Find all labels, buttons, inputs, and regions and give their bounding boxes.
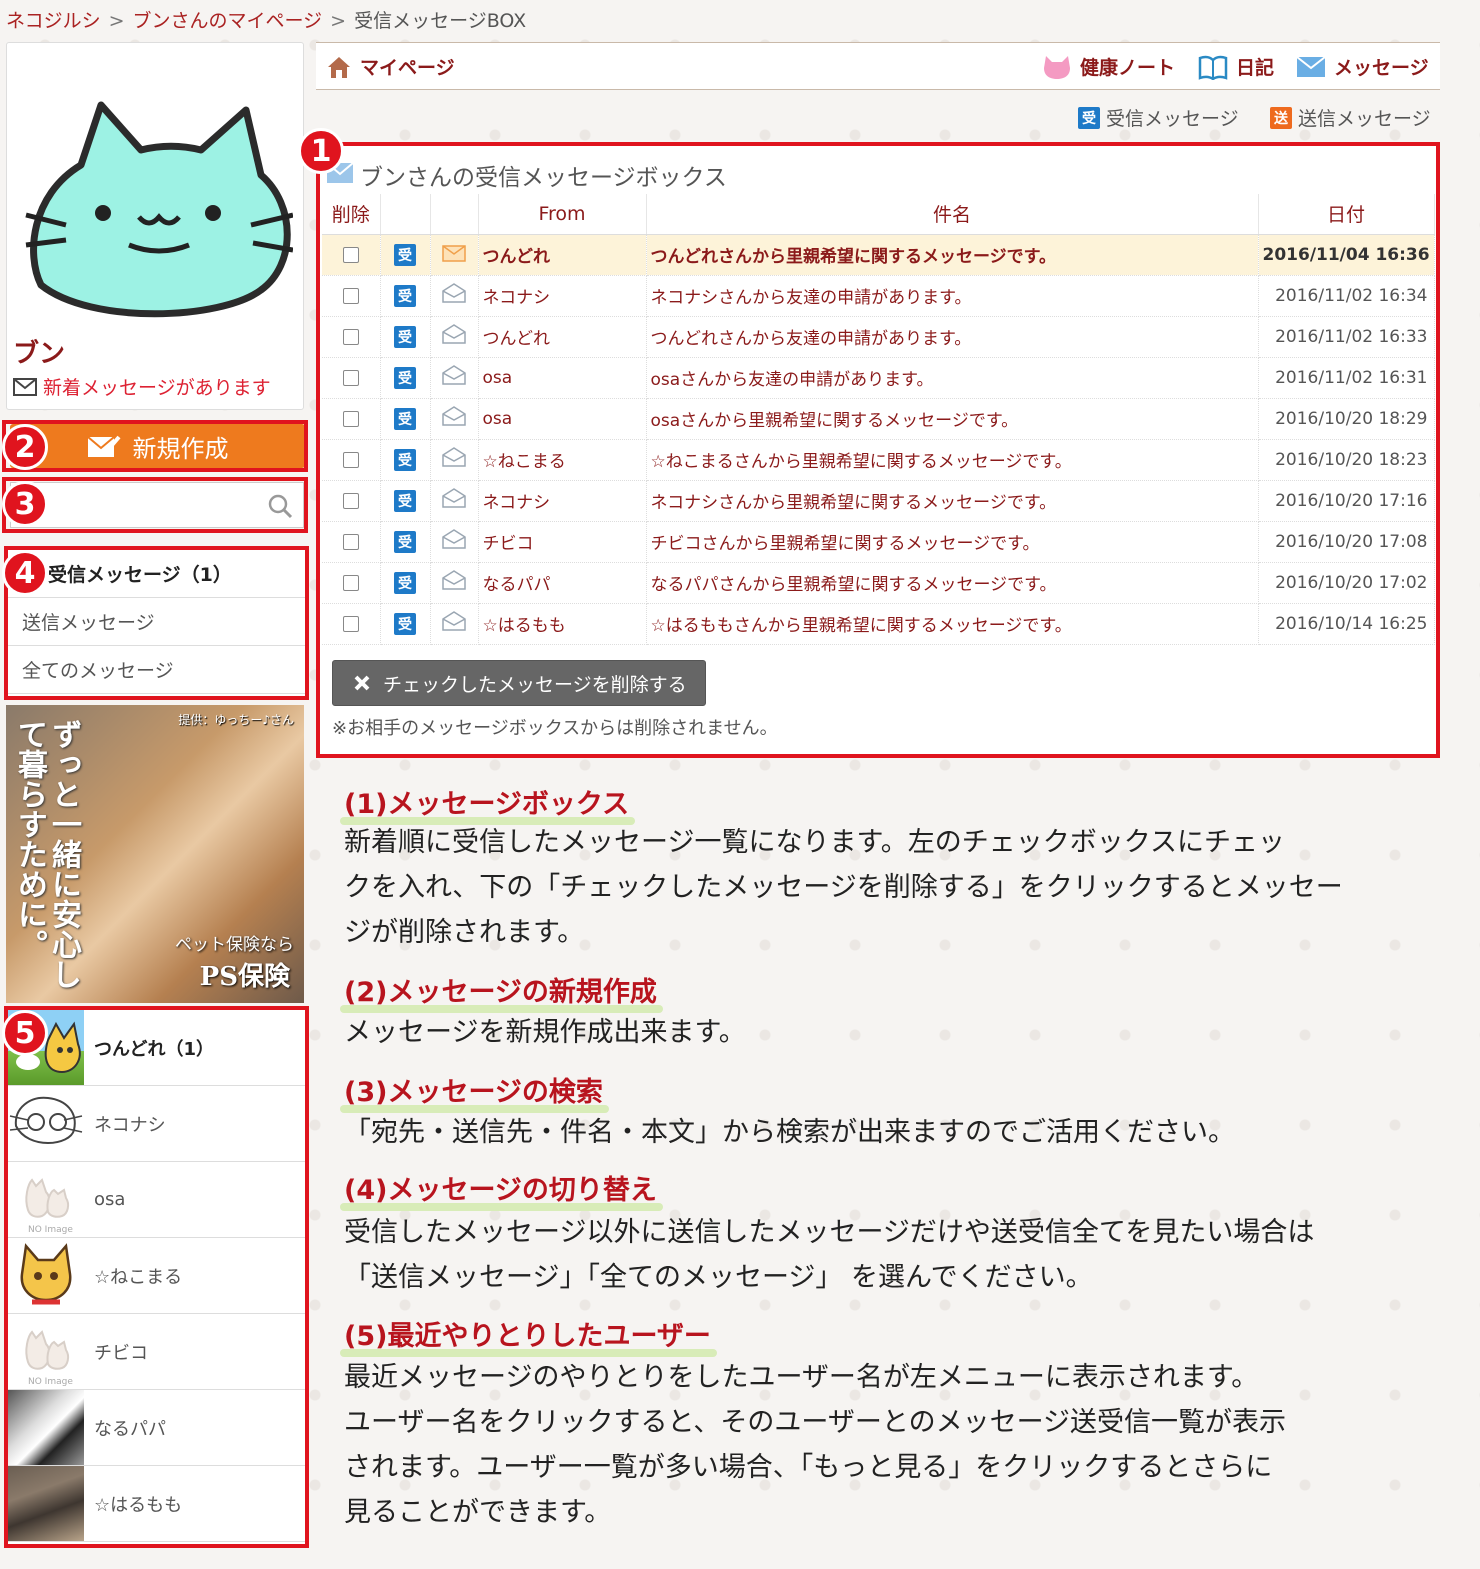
- nav-health-note-label: 健康ノート: [1080, 57, 1176, 79]
- new-message-notice-label: 新着メッセージがあります: [43, 377, 271, 399]
- section-body: 最近メッセージのやりとりをしたユーザー名が左メニューに表示されます。 ユーザー名…: [344, 1355, 1286, 1535]
- outbox-chip-icon: 送: [1270, 106, 1292, 129]
- section-title: (5)最近やりとりしたユーザー: [340, 1314, 717, 1357]
- section-line: クを入れ、下の「チェックしたメッセージを削除する」をクリックするとメッセー: [344, 872, 1343, 903]
- annotation-box-1: [316, 142, 1440, 758]
- breadcrumb-separator: >: [108, 10, 125, 32]
- nav-diary-label: 日記: [1236, 57, 1275, 79]
- section-line: 「宛先・送信先・件名・本文」から検索が出来ますのでご活用ください。: [344, 1117, 1235, 1148]
- section-title: (2)メッセージの新規作成: [340, 970, 663, 1013]
- section-body: 新着順に受信したメッセージ一覧になります。左のチェックボックスにチェッ クを入れ…: [344, 820, 1343, 955]
- tab-outbox[interactable]: 送 送信メッセージ: [1270, 104, 1431, 131]
- section-body: メッセージを新規作成出来ます。: [344, 1010, 746, 1055]
- nav-diary[interactable]: 日記: [1198, 53, 1274, 80]
- section-line: されます。ユーザー一覧が多い場合、「もっと見る」をクリックするとさらに: [344, 1452, 1273, 1483]
- top-nav: マイページ 健康ノート 日記 メッセージ: [316, 42, 1440, 90]
- nav-message[interactable]: メッセージ: [1296, 53, 1429, 80]
- inbox-chip-icon: 受: [1078, 106, 1100, 129]
- breadcrumb: ネコジルシ > ブンさんのマイページ > 受信メッセージBOX: [6, 6, 526, 33]
- annotation-badge-5: 5: [2, 1010, 48, 1056]
- tab-inbox[interactable]: 受 受信メッセージ: [1078, 104, 1239, 131]
- mail-icon: [13, 377, 37, 396]
- annotation-box-4: [4, 546, 309, 700]
- ad-brand: PS保険: [199, 962, 290, 992]
- section-title: (1)メッセージボックス: [339, 782, 636, 825]
- section-body: 受信したメッセージ以外に送信したメッセージだけや送受信全てを見たい場合は 「送信…: [344, 1210, 1314, 1300]
- avatar[interactable]: [21, 95, 293, 331]
- section-line: 見ることができます。: [344, 1497, 612, 1528]
- profile-card: ブン 新着メッセージがあります: [6, 42, 304, 410]
- annotation-box-5: [4, 1006, 309, 1548]
- section-line: 受信したメッセージ以外に送信したメッセージだけや送受信全てを見たい場合は: [344, 1217, 1315, 1248]
- nav-mypage[interactable]: マイページ: [326, 53, 455, 80]
- section-line: 新着順に受信したメッセージ一覧になります。左のチェックボックスにチェッ: [344, 827, 1285, 858]
- breadcrumb-separator: >: [330, 10, 347, 32]
- home-icon: [328, 56, 350, 78]
- ad-credit: 提供：ゆっちー♪さん: [178, 713, 294, 727]
- section-title: (3)メッセージの検索: [340, 1070, 609, 1113]
- section-line: ユーザー名をクリックすると、そのユーザーとのメッセージ送受信一覧が表示: [344, 1407, 1287, 1438]
- annotation-badge-4: 4: [2, 550, 48, 596]
- annotation-badge-2: 2: [2, 424, 48, 470]
- envelope-icon: [1296, 55, 1326, 77]
- profile-name: ブン: [13, 339, 66, 369]
- nav-health-note[interactable]: 健康ノート: [1042, 53, 1175, 80]
- section-line: ジが削除されます。: [344, 917, 585, 948]
- book-icon: [1198, 55, 1228, 80]
- tab-inbox-label: 受信メッセージ: [1106, 108, 1239, 130]
- nav-message-label: メッセージ: [1334, 57, 1429, 79]
- section-line: 「送信メッセージ」「全てのメッセージ」 を選んでください。: [344, 1262, 1093, 1293]
- new-message-notice[interactable]: 新着メッセージがあります: [13, 373, 271, 400]
- section-line: メッセージを新規作成出来ます。: [344, 1017, 746, 1048]
- breadcrumb-home-link[interactable]: ネコジルシ: [6, 10, 101, 32]
- nav-mypage-label: マイページ: [360, 57, 455, 79]
- tab-outbox-label: 送信メッセージ: [1298, 108, 1431, 130]
- ad-headline: ずっと一緒に安心して暮らすために。: [12, 719, 81, 989]
- breadcrumb-mypage-link[interactable]: ブンさんのマイページ: [133, 10, 323, 32]
- breadcrumb-current: 受信メッセージBOX: [354, 10, 527, 32]
- section-line: 最近メッセージのやりとりをしたユーザー名が左メニューに表示されます。: [344, 1362, 1259, 1393]
- ad-tagline: ペット保険なら: [175, 935, 294, 955]
- annotation-badge-3: 3: [2, 481, 48, 527]
- annotation-badge-1: 1: [298, 128, 344, 174]
- section-body: 「宛先・送信先・件名・本文」から検索が出来ますのでご活用ください。: [344, 1110, 1235, 1155]
- cat-head-icon: [1044, 55, 1070, 79]
- ad-banner[interactable]: ずっと一緒に安心して暮らすために。 提供：ゆっちー♪さん ペット保険なら PS保…: [6, 705, 304, 1003]
- section-title: (4)メッセージの切り替え: [340, 1168, 663, 1211]
